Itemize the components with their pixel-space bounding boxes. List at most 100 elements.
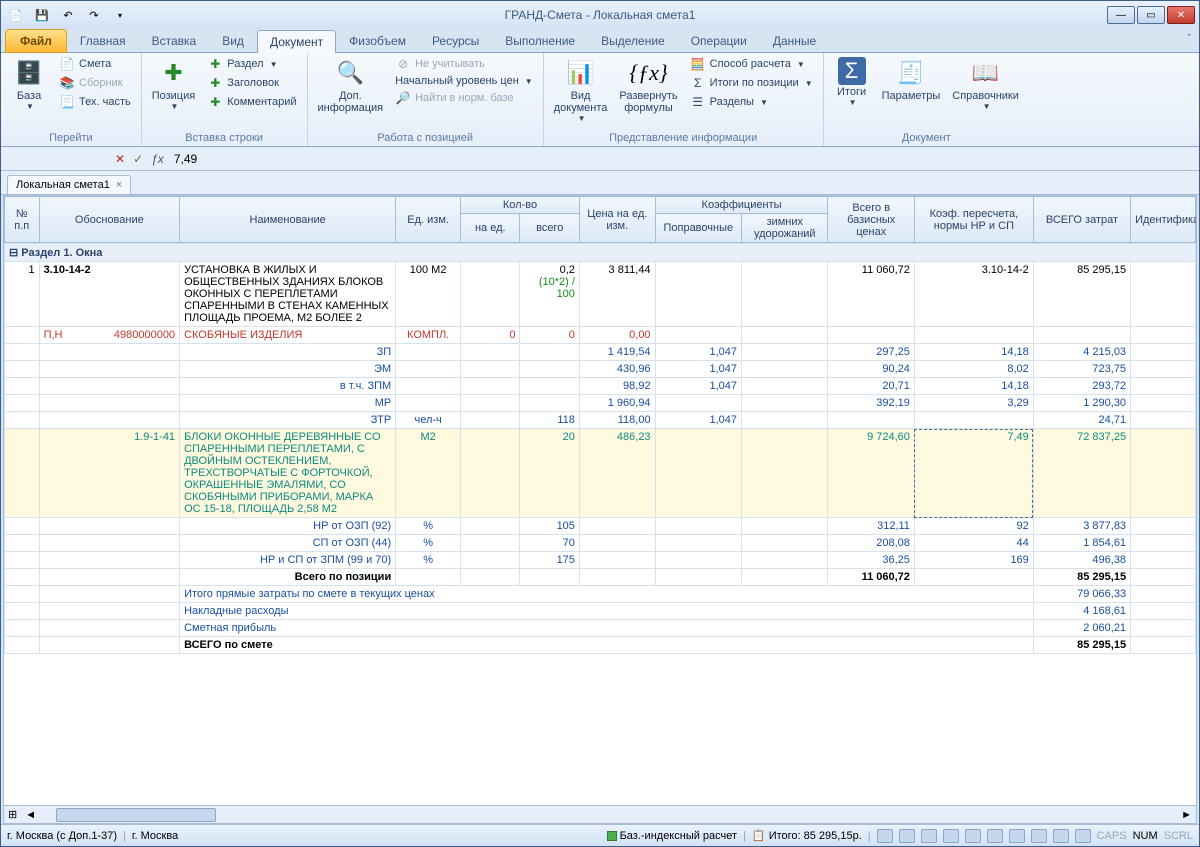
col-vsego[interactable]: всего [520,214,579,243]
tab-main[interactable]: Главная [67,29,139,52]
table-row[interactable]: ВСЕГО по смете85 295,15 [5,637,1196,654]
col-tsena[interactable]: Цена на ед. изм. [579,197,655,243]
tab-operations[interactable]: Операции [678,29,760,52]
col-koefp[interactable]: Коэф. пересчета, нормы НР и СП [914,197,1033,243]
tech-button[interactable]: 📃Тех. часть [55,93,135,111]
group-doc-title: Документ [830,131,1023,146]
sposob-button[interactable]: 🧮Способ расчета▼ [686,55,817,73]
sbornik-button[interactable]: 📚Сборник [55,74,135,92]
tab-resources[interactable]: Ресурсы [419,29,492,52]
window-title: ГРАНД-Смета - Локальная смета1 [505,8,696,22]
level-button[interactable]: Начальный уровень цен▼ [391,74,537,88]
smeta-button[interactable]: 📄Смета [55,55,135,73]
table-row[interactable]: Сметная прибыль2 060,21 [5,620,1196,637]
sum-icon: Σ [690,75,706,91]
itogi-pos-button[interactable]: ΣИтоги по позиции▼ [686,74,817,92]
doc-icon: 📄 [59,56,75,72]
comment-button[interactable]: ✚Комментарий [203,93,300,111]
table-row[interactable]: 1 3.10-14-2 УСТАНОВКА В ЖИЛЫХ И ОБЩЕСТВЕ… [5,262,1196,327]
sprav-button[interactable]: 📖 Справочники ▼ [948,55,1023,113]
table-row[interactable]: П,Н 4980000000 СКОБЯНЫЕ ИЗДЕЛИЯ КОМПЛ. 0… [5,327,1196,344]
col-naim[interactable]: Наименование [180,197,396,243]
col-naed[interactable]: на ед. [461,214,520,243]
confirm-icon[interactable]: ✓ [133,152,143,166]
table-row[interactable]: в т.ч. ЗПМ98,921,04720,7114,18293,72 [5,378,1196,395]
table-row[interactable]: ЭМ430,961,04790,248,02723,75 [5,361,1196,378]
col-koef[interactable]: Коэффициенты [655,197,828,214]
col-kolvo[interactable]: Кол-во [461,197,580,214]
col-ident[interactable]: Идентификатор [1131,197,1196,243]
calc-icon: 🧮 [690,56,706,72]
base-button[interactable]: 🗄️ База ▼ [7,55,51,113]
sigma-icon: Σ [838,57,866,85]
neuchit-button[interactable]: ⊘Не учитывать [391,55,537,73]
cancel-icon[interactable]: ✕ [115,152,125,166]
ribbon-help-icon[interactable]: ˆ [1187,33,1191,45]
status-icon[interactable] [899,829,915,843]
tab-execution[interactable]: Выполнение [492,29,588,52]
table-row[interactable]: Всего по позиции11 060,7285 295,15 [5,569,1196,586]
status-icon[interactable] [943,829,959,843]
tab-data[interactable]: Данные [760,29,829,52]
file-tab[interactable]: Файл [5,29,67,53]
maximize-button[interactable]: ▭ [1137,6,1165,24]
table-row[interactable]: ЗП1 419,541,047297,2514,184 215,03 [5,344,1196,361]
close-tab-icon[interactable]: × [116,179,122,191]
group-insert-title: Вставка строки [148,131,301,146]
col-num[interactable]: № п.п [5,197,40,243]
formula-input[interactable] [172,151,1193,167]
table-row[interactable]: Итого прямые затраты по смете в текущих … [5,586,1196,603]
close-button[interactable]: ✕ [1167,6,1195,24]
position-button[interactable]: ✚ Позиция ▼ [148,55,200,113]
col-poprav[interactable]: Поправочные [655,214,741,243]
zagolovok-button[interactable]: ✚Заголовок [203,74,300,92]
find-norm-button[interactable]: 🔎Найти в норм. базе [391,89,537,107]
redo-icon[interactable]: ↷ [83,4,105,26]
status-icon[interactable] [1009,829,1025,843]
tab-insert[interactable]: Вставка [139,29,210,52]
tab-selection[interactable]: Выделение [588,29,678,52]
doc-tab[interactable]: Локальная смета1 × [7,175,131,194]
status-icon[interactable] [877,829,893,843]
status-icon[interactable] [1075,829,1091,843]
razdel-button[interactable]: ✚Раздел▼ [203,55,300,73]
table-row[interactable]: НР от ОЗП (92)%105312,11923 877,83 [5,518,1196,535]
params-icon: 🧾 [895,57,927,89]
tab-document[interactable]: Документ [257,30,336,53]
tab-fizobem[interactable]: Физобъем [336,29,419,52]
table-row[interactable]: 1.9-1-41 БЛОКИ ОКОННЫЕ ДЕРЕВЯННЫЕ СО СПА… [5,429,1196,518]
base-icon: 🗄️ [13,57,45,89]
status-total: 📋 Итого: 85 295,15р. [752,829,862,842]
table-row[interactable]: СП от ОЗП (44)%70208,08441 854,61 [5,535,1196,552]
params-button[interactable]: 🧾 Параметры [878,55,945,104]
col-baz[interactable]: Всего в базисных ценах [828,197,914,243]
num-indicator: NUM [1133,830,1158,842]
section-row[interactable]: ⊟ Раздел 1. Окна [5,244,1196,262]
formula-bar: ✕ ✓ ƒх [1,147,1199,171]
status-icon[interactable] [1053,829,1069,843]
razdely-button[interactable]: ☰Разделы▼ [686,93,817,111]
app-icon[interactable]: 📄 [5,4,27,26]
status-icon[interactable] [1031,829,1047,843]
table-row[interactable]: НР и СП от ЗПМ (99 и 70)%17536,25169496,… [5,552,1196,569]
tab-view[interactable]: Вид [209,29,257,52]
dopinfo-button[interactable]: 🔍 Доп.информация [314,55,388,116]
col-zimn[interactable]: зимних удорожаний [742,214,828,243]
qat-more-icon[interactable]: ▾ [109,4,131,26]
col-zatr[interactable]: ВСЕГО затрат [1033,197,1130,243]
status-icon[interactable] [965,829,981,843]
status-icon[interactable] [987,829,1003,843]
col-ed[interactable]: Ед. изм. [396,197,461,243]
table-row[interactable]: ЗТРчел-ч118118,001,04724,71 [5,412,1196,429]
status-icon[interactable] [921,829,937,843]
table-row[interactable]: МР1 960,94392,193,291 290,30 [5,395,1196,412]
viddoc-button[interactable]: 📊 Виддокумента ▼ [550,55,612,125]
horizontal-scrollbar[interactable]: ⊞ ◄ ► [4,805,1196,823]
col-obosn[interactable]: Обоснование [39,197,179,243]
undo-icon[interactable]: ↶ [57,4,79,26]
save-icon[interactable]: 💾 [31,4,53,26]
itogi-button[interactable]: Σ Итоги ▼ [830,55,874,109]
formuly-button[interactable]: {ƒx} Развернутьформулы [615,55,681,116]
table-row[interactable]: Накладные расходы4 168,61 [5,603,1196,620]
minimize-button[interactable]: — [1107,6,1135,24]
